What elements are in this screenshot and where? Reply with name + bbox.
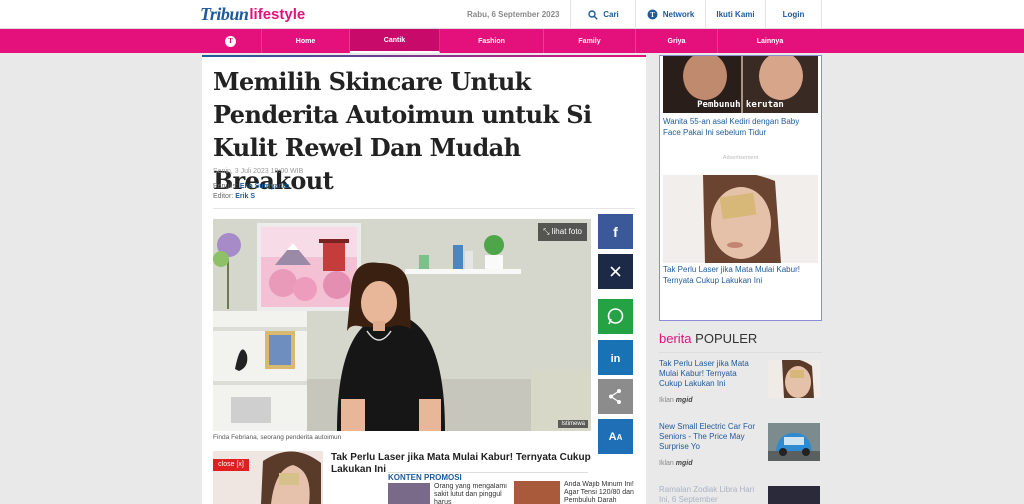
popular-heading-berita: berita <box>659 331 692 346</box>
view-photo-button[interactable]: ⤡ lihat foto <box>538 223 587 241</box>
photo-caption: Finda Febriana, seorang penderita autoim… <box>213 434 342 441</box>
svg-text:f: f <box>613 224 618 240</box>
nav-item-lainnya[interactable]: Lainnya <box>718 29 822 53</box>
share-whatsapp-button[interactable] <box>598 299 633 334</box>
main-nav: T Home Cantik Fashion Family Griya Lainn… <box>0 29 1024 53</box>
nav-item-fashion[interactable]: Fashion <box>440 29 544 53</box>
share-facebook-button[interactable]: f <box>598 214 633 249</box>
font-size-glyph-large: A <box>608 430 617 443</box>
promo-heading: KONTEN PROMOSI <box>388 473 462 482</box>
popular-thumb-1-illustration <box>768 360 820 398</box>
site-logo[interactable]: Tribun lifestyle <box>200 4 305 24</box>
search-button[interactable]: Cari <box>570 0 635 29</box>
network-label: Network <box>662 10 695 19</box>
nav-home-logo[interactable]: T <box>200 29 262 53</box>
promo-item-1[interactable]: Orang yang mengalami sakit lutut dan pin… <box>434 483 512 504</box>
tribun-logo-icon: T <box>225 35 236 47</box>
article-title: Memilih Skincare Untuk Penderita Autoimu… <box>213 67 592 195</box>
popular-item-2[interactable]: New Small Electric Car For Seniors - The… <box>659 422 759 452</box>
ad2-image[interactable] <box>663 175 818 263</box>
editor-label: Editor: <box>213 193 234 200</box>
promo-thumb-2[interactable] <box>514 481 560 504</box>
writer-link[interactable]: Eko Sutriyanto <box>240 183 289 190</box>
logo-lifestyle-text: lifestyle <box>249 5 306 23</box>
ad1-image[interactable]: Pembunuh kerutan <box>663 56 818 113</box>
popular-item-1[interactable]: Tak Perlu Laser jika Mata Mulai Kabur! T… <box>659 359 759 389</box>
editor-link[interactable]: Erik S <box>235 193 255 200</box>
font-size-glyph-small: A <box>616 432 623 442</box>
login-label: Login <box>782 10 805 19</box>
font-size-button[interactable]: AA <box>598 419 633 454</box>
share-more-button[interactable] <box>598 379 633 414</box>
writer-label: Penulis: <box>213 183 238 190</box>
nav-item-griya[interactable]: Griya <box>636 29 718 53</box>
share-icon <box>598 379 633 414</box>
x-icon <box>598 254 633 289</box>
popular-ad-label-1: Iklan mgid <box>659 397 692 404</box>
article-writer: Penulis: Eko Sutriyanto <box>213 183 289 190</box>
popular-heading-populer: POPULER <box>695 331 758 346</box>
network-button[interactable]: T Network <box>635 0 705 29</box>
ad1-overlay-text: Pembunuh kerutan <box>697 100 784 110</box>
photo-credit: Istimewa <box>558 420 588 428</box>
search-icon <box>587 9 598 20</box>
popular-thumb-2[interactable] <box>768 423 820 461</box>
article-photo[interactable]: ⤡ lihat foto Istimewa <box>213 219 591 431</box>
ad-label: Advertisement <box>722 155 759 161</box>
promo-thumb-1[interactable] <box>388 483 430 504</box>
svg-text:T: T <box>650 11 655 19</box>
popular-thumb-2-illustration <box>768 423 820 461</box>
nav-item-family[interactable]: Family <box>544 29 636 53</box>
login-button[interactable]: Login <box>765 0 822 29</box>
font-size-icon: AA <box>609 431 623 443</box>
close-sticky-button[interactable]: close [x] <box>213 459 249 471</box>
view-photo-label: lihat foto <box>551 227 582 236</box>
iklan-label-1: Iklan <box>659 397 674 404</box>
header-date: Rabu, 6 September 2023 <box>467 10 560 19</box>
mgid-logo-1[interactable]: mgid <box>676 397 693 404</box>
expand-icon: ⤡ <box>543 227 550 236</box>
ad2-link[interactable]: Tak Perlu Laser jika Mata Mulai Kabur! T… <box>663 264 818 286</box>
popular-ad-label-2: Iklan mgid <box>659 460 692 467</box>
main-nav-inner: T Home Cantik Fashion Family Griya Lainn… <box>200 29 822 53</box>
article-column: Memilih Skincare Untuk Penderita Autoimu… <box>202 55 646 504</box>
mgid-logo-2[interactable]: mgid <box>676 460 693 467</box>
iklan-label-2: Iklan <box>659 460 674 467</box>
sidebar-ad: Pembunuh kerutan Wanita 55-an asal Kedir… <box>659 55 822 321</box>
nav-item-cantik[interactable]: Cantik <box>350 29 440 53</box>
ad2-illustration <box>663 175 818 263</box>
top-header: Tribun lifestyle Rabu, 6 September 2023 … <box>0 0 1024 29</box>
popular-item-3[interactable]: Ramalan Zodiak Libra Hari Ini, 6 Septemb… <box>659 485 759 504</box>
follow-label: Ikuti Kami <box>716 10 755 19</box>
facebook-icon: f <box>598 214 633 249</box>
share-x-button[interactable] <box>598 254 633 289</box>
promo-item-2[interactable]: Anda Wajib Minum Ini! Agar Tensi 120/80 … <box>564 481 644 504</box>
article-date: Senin, 3 Juli 2023 19:00 WIB <box>213 168 304 175</box>
network-icon: T <box>647 9 658 20</box>
popular-divider <box>659 352 822 353</box>
meta-divider <box>213 208 635 209</box>
whatsapp-icon <box>598 299 633 334</box>
popular-thumb-3[interactable] <box>768 486 820 504</box>
ad1-link[interactable]: Wanita 55-an asal Kediri dengan Baby Fac… <box>663 116 818 138</box>
svg-text:in: in <box>611 353 621 365</box>
article-photo-illustration <box>213 219 591 431</box>
popular-thumb-1[interactable] <box>768 360 820 398</box>
search-label: Cari <box>603 10 619 19</box>
nav-item-home[interactable]: Home <box>262 29 350 53</box>
logo-tribun-text: Tribun <box>200 3 249 24</box>
article-editor: Editor: Erik S <box>213 193 255 200</box>
follow-button[interactable]: Ikuti Kami <box>705 0 765 29</box>
share-linkedin-button[interactable]: in <box>598 340 633 375</box>
popular-heading: berita POPULER <box>659 331 757 346</box>
linkedin-icon: in <box>598 340 633 375</box>
top-header-inner: Tribun lifestyle Rabu, 6 September 2023 … <box>200 0 822 29</box>
